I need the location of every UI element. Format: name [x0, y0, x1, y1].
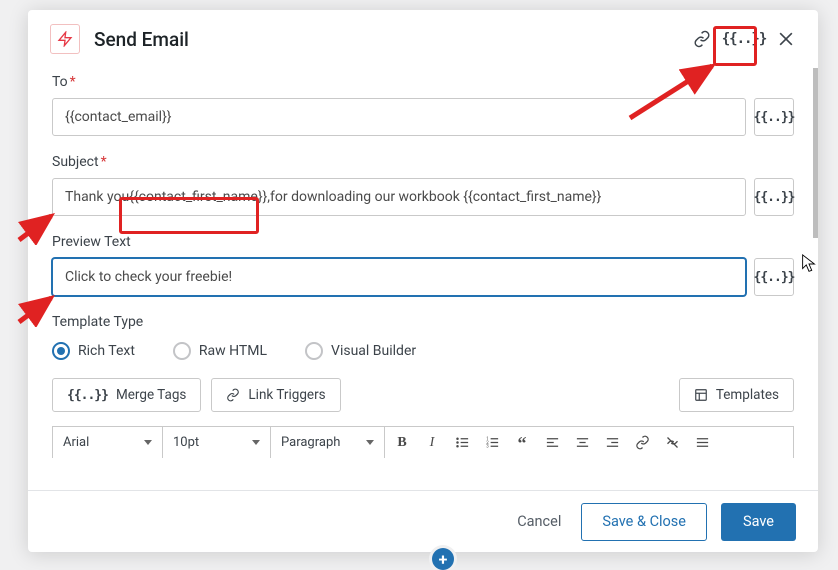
- bold-button[interactable]: B: [391, 432, 413, 454]
- block-format-select[interactable]: Paragraph: [271, 427, 385, 458]
- blockquote-button[interactable]: “: [511, 432, 533, 454]
- action-bolt-icon: [50, 24, 80, 54]
- modal-title: Send Email: [94, 28, 674, 51]
- merge-tags-icon: {{..}}: [67, 388, 108, 403]
- radio-visual-builder[interactable]: Visual Builder: [305, 342, 416, 360]
- to-input[interactable]: {{contact_email}}: [52, 98, 746, 136]
- cancel-button[interactable]: Cancel: [511, 513, 567, 530]
- unlink-button[interactable]: [661, 432, 683, 454]
- save-and-close-button[interactable]: Save & Close: [581, 503, 707, 541]
- link-icon[interactable]: [688, 25, 716, 53]
- preview-label: Preview Text: [52, 234, 794, 250]
- align-left-button[interactable]: [541, 432, 563, 454]
- modal-header: Send Email {{..}}: [28, 10, 818, 68]
- insert-link-button[interactable]: [631, 432, 653, 454]
- radio-rich-text[interactable]: Rich Text: [52, 342, 135, 360]
- numbered-list-button[interactable]: 123: [481, 432, 503, 454]
- italic-button[interactable]: I: [421, 432, 443, 454]
- radio-icon: [52, 342, 70, 360]
- editor-toolbar: Arial 10pt Paragraph B I 123: [52, 426, 794, 458]
- radio-icon: [173, 342, 191, 360]
- preview-merge-button[interactable]: {{..}}: [754, 258, 794, 296]
- subject-merge-button[interactable]: {{..}}: [754, 178, 794, 216]
- merge-tags-button[interactable]: {{..}} Merge Tags: [52, 378, 201, 412]
- modal-footer: Cancel Save & Close Save: [28, 490, 818, 552]
- radio-icon: [305, 342, 323, 360]
- save-button[interactable]: Save: [721, 503, 796, 541]
- modal-body: To* {{contact_email}} {{..}} Subject*: [28, 68, 818, 490]
- template-type-label: Template Type: [52, 314, 794, 330]
- add-step-button[interactable]: +: [432, 548, 454, 570]
- subject-input[interactable]: Thank you {{contact_first_name}}, for do…: [52, 178, 746, 216]
- bulleted-list-button[interactable]: [451, 432, 473, 454]
- link-icon: [226, 388, 240, 402]
- svg-text:3: 3: [486, 445, 489, 450]
- templates-button[interactable]: Templates: [679, 378, 794, 412]
- templates-icon: [694, 388, 708, 402]
- subject-label: Subject*: [52, 154, 794, 170]
- font-size-select[interactable]: 10pt: [163, 427, 271, 458]
- link-triggers-button[interactable]: Link Triggers: [211, 378, 340, 412]
- radio-raw-html[interactable]: Raw HTML: [173, 342, 267, 360]
- align-justify-button[interactable]: [691, 432, 713, 454]
- align-right-button[interactable]: [601, 432, 623, 454]
- to-label: To*: [52, 74, 794, 90]
- send-email-modal: Send Email {{..}} To* {{contact_em: [28, 10, 818, 552]
- preview-input[interactable]: Click to check your freebie!: [52, 258, 746, 296]
- font-family-select[interactable]: Arial: [53, 427, 163, 458]
- merge-tags-header-button[interactable]: {{..}}: [730, 25, 758, 53]
- align-center-button[interactable]: [571, 432, 593, 454]
- to-merge-button[interactable]: {{..}}: [754, 98, 794, 136]
- scrollbar[interactable]: [813, 68, 818, 238]
- close-button[interactable]: [772, 25, 800, 53]
